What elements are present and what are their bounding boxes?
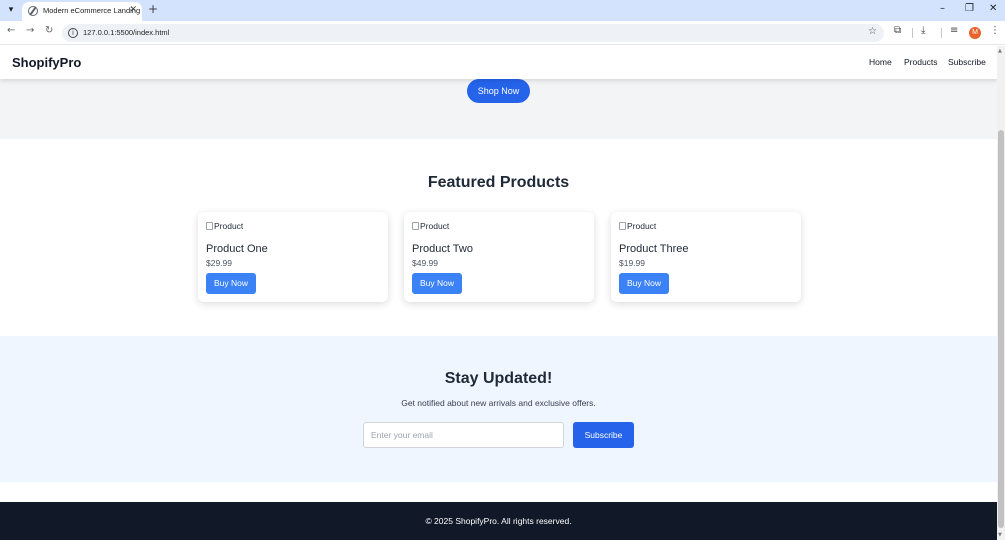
url-text[interactable]: 127.0.0.1:5500/index.html — [83, 28, 169, 37]
product-card: Product Product Two $49.99 Buy Now — [404, 212, 594, 302]
toolbar-divider — [912, 28, 913, 38]
media-queue-icon[interactable]: ≡ — [950, 25, 958, 36]
buy-now-button[interactable]: Buy Now — [206, 273, 256, 294]
buy-now-button[interactable]: Buy Now — [412, 273, 462, 294]
new-tab-plus-icon[interactable]: + — [148, 2, 158, 16]
site-header: ShopifyPro Home Products Subscribe — [0, 46, 997, 79]
product-image-alt: Product — [214, 221, 244, 231]
nav-link-home[interactable]: Home — [869, 57, 892, 67]
profile-avatar[interactable]: M — [969, 27, 981, 39]
email-input[interactable] — [363, 422, 564, 448]
browser-tab-bar: ▾ Modern eCommerce Landing ✕ + – ❐ ✕ — [0, 0, 1005, 21]
tab-list-chevron-down-icon[interactable]: ▾ — [4, 3, 18, 17]
buy-now-button[interactable]: Buy Now — [619, 273, 669, 294]
page-viewport: Shop Now ShopifyPro Home Products Subscr… — [0, 46, 997, 540]
shop-now-button[interactable]: Shop Now — [467, 79, 530, 103]
product-image-alt: Product — [420, 221, 450, 231]
nav-link-subscribe[interactable]: Subscribe — [948, 57, 986, 67]
broken-image-icon — [206, 222, 213, 230]
download-icon[interactable]: ⤓ — [921, 25, 925, 36]
globe-icon — [28, 6, 38, 16]
subscribe-button[interactable]: Subscribe — [573, 422, 634, 448]
nav-link-products[interactable]: Products — [904, 57, 938, 67]
featured-products-heading: Featured Products — [427, 174, 570, 191]
tab-close-icon[interactable]: ✕ — [129, 5, 137, 15]
product-image: Product — [619, 221, 656, 231]
newsletter-heading: Stay Updated! — [444, 370, 553, 387]
product-name: Product One — [206, 243, 268, 255]
reload-icon[interactable]: ↻ — [45, 25, 53, 36]
newsletter-subtitle: Get notified about new arrivals and excl… — [401, 398, 596, 408]
restore-icon[interactable]: ❐ — [965, 3, 974, 14]
product-card: Product Product One $29.99 Buy Now — [198, 212, 388, 302]
product-name: Product Three — [619, 243, 689, 255]
site-logo[interactable]: ShopifyPro — [12, 55, 81, 70]
product-price: $49.99 — [412, 258, 438, 268]
product-image-alt: Product — [627, 221, 657, 231]
newsletter-section: Stay Updated! Get notified about new arr… — [0, 336, 997, 482]
forward-arrow-icon[interactable]: → — [26, 25, 34, 36]
tab-title: Modern eCommerce Landing — [43, 6, 141, 15]
toolbar-divider — [941, 28, 942, 38]
scrollbar-thumb[interactable] — [998, 130, 1004, 528]
window-close-icon[interactable]: ✕ — [989, 3, 997, 14]
product-card: Product Product Three $19.99 Buy Now — [611, 212, 801, 302]
browser-tab[interactable]: Modern eCommerce Landing ✕ — [22, 2, 142, 21]
product-price: $19.99 — [619, 258, 645, 268]
scroll-down-arrow-icon[interactable]: ▼ — [998, 532, 1002, 538]
minimize-icon[interactable]: – — [940, 3, 945, 14]
bookmark-star-icon[interactable]: ☆ — [868, 26, 877, 37]
page-scrollbar[interactable]: ▲ ▼ — [997, 46, 1005, 540]
menu-kebab-icon[interactable]: ⋮ — [990, 25, 1000, 36]
product-image: Product — [412, 221, 449, 231]
broken-image-icon — [412, 222, 419, 230]
browser-toolbar: ← → ↻ i 127.0.0.1:5500/index.html ☆ ⧉ ⤓ … — [0, 21, 1005, 45]
site-footer: © 2025 ShopifyPro. All rights reserved. — [0, 502, 997, 540]
back-arrow-icon[interactable]: ← — [7, 25, 15, 36]
scroll-up-arrow-icon[interactable]: ▲ — [998, 48, 1002, 54]
extensions-puzzle-icon[interactable]: ⧉ — [894, 25, 901, 36]
broken-image-icon — [619, 222, 626, 230]
product-price: $29.99 — [206, 258, 232, 268]
product-name: Product Two — [412, 243, 473, 255]
product-image: Product — [206, 221, 243, 231]
address-bar[interactable]: i 127.0.0.1:5500/index.html ☆ — [62, 24, 884, 42]
site-info-icon[interactable]: i — [68, 28, 78, 38]
